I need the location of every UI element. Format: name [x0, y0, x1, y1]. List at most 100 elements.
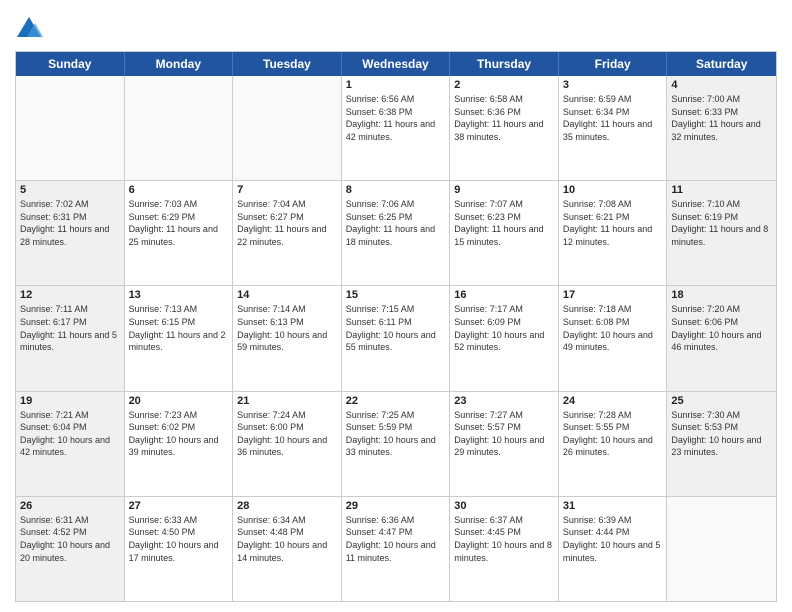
- cal-cell-3-3: 22Sunrise: 7:25 AMSunset: 5:59 PMDayligh…: [342, 392, 451, 496]
- day-number: 29: [346, 500, 446, 512]
- cal-cell-1-2: 7 Sunrise: 7:04 AMSunset: 6:27 PMDaylight…: [233, 181, 342, 285]
- cell-info: Sunrise: 7:23 AMSunset: 6:02 PMDaylight:…: [129, 409, 229, 459]
- calendar-row-3: 19Sunrise: 7:21 AMSunset: 6:04 PMDayligh…: [16, 391, 776, 496]
- day-number: 18: [671, 289, 772, 301]
- cal-cell-0-2: [233, 76, 342, 180]
- day-number: 21: [237, 395, 337, 407]
- cal-cell-3-5: 24Sunrise: 7:28 AMSunset: 5:55 PMDayligh…: [559, 392, 668, 496]
- day-number: 5: [20, 184, 120, 196]
- cal-cell-3-0: 19Sunrise: 7:21 AMSunset: 6:04 PMDayligh…: [16, 392, 125, 496]
- cell-info: Sunrise: 6:56 AMSunset: 6:38 PMDaylight:…: [346, 93, 446, 143]
- cal-cell-0-6: 4Sunrise: 7:00 AMSunset: 6:33 PMDaylight…: [667, 76, 776, 180]
- day-number: 14: [237, 289, 337, 301]
- day-number: 31: [563, 500, 663, 512]
- cal-cell-4-3: 29 Sunrise: 6:36 AMSunset: 4:47 PMDayligh…: [342, 497, 451, 601]
- header-day-friday: Friday: [559, 52, 668, 76]
- cell-info: Sunrise: 7:04 AMSunset: 6:27 PMDaylight:…: [237, 198, 337, 248]
- cal-cell-4-2: 28Sunrise: 6:34 AMSunset: 4:48 PMDayligh…: [233, 497, 342, 601]
- cell-info: Sunrise: 7:14 AMSunset: 6:13 PMDaylight:…: [237, 303, 337, 353]
- day-number: 16: [454, 289, 554, 301]
- day-number: 25: [671, 395, 772, 407]
- cell-info: Sunrise: 7:02 AMSunset: 6:31 PMDaylight:…: [20, 198, 120, 248]
- day-number: 30: [454, 500, 554, 512]
- cell-info: Sunrise: 7:20 AMSunset: 6:06 PMDaylight:…: [671, 303, 772, 353]
- calendar-header: SundayMondayTuesdayWednesdayThursdayFrid…: [16, 52, 776, 76]
- cal-cell-4-6: [667, 497, 776, 601]
- cal-cell-3-6: 25 Sunrise: 7:30 AMSunset: 5:53 PMDayligh…: [667, 392, 776, 496]
- day-number: 17: [563, 289, 663, 301]
- header-day-wednesday: Wednesday: [342, 52, 451, 76]
- cell-info: Sunrise: 7:30 AMSunset: 5:53 PMDaylight:…: [671, 409, 772, 459]
- cell-info: Sunrise: 7:08 AMSunset: 6:21 PMDaylight:…: [563, 198, 663, 248]
- cal-cell-1-6: 11 Sunrise: 7:10 AMSunset: 6:19 PMDayligh…: [667, 181, 776, 285]
- cal-cell-4-4: 30 Sunrise: 6:37 AMSunset: 4:45 PMDayligh…: [450, 497, 559, 601]
- cell-info: Sunrise: 7:11 AMSunset: 6:17 PMDaylight:…: [20, 303, 120, 353]
- header-day-sunday: Sunday: [16, 52, 125, 76]
- cal-cell-3-1: 20 Sunrise: 7:23 AMSunset: 6:02 PMDayligh…: [125, 392, 234, 496]
- day-number: 1: [346, 79, 446, 91]
- calendar-row-4: 26 Sunrise: 6:31 AMSunset: 4:52 PMDayligh…: [16, 496, 776, 601]
- header-day-thursday: Thursday: [450, 52, 559, 76]
- day-number: 11: [671, 184, 772, 196]
- logo: [15, 15, 47, 43]
- day-number: 2: [454, 79, 554, 91]
- day-number: 20: [129, 395, 229, 407]
- header-day-monday: Monday: [125, 52, 234, 76]
- cell-info: Sunrise: 7:24 AMSunset: 6:00 PMDaylight:…: [237, 409, 337, 459]
- cal-cell-0-3: 1 Sunrise: 6:56 AMSunset: 6:38 PMDaylight…: [342, 76, 451, 180]
- cal-cell-0-1: [125, 76, 234, 180]
- cell-info: Sunrise: 6:37 AMSunset: 4:45 PMDaylight:…: [454, 514, 554, 564]
- cal-cell-2-0: 12 Sunrise: 7:11 AMSunset: 6:17 PMDayligh…: [16, 286, 125, 390]
- day-number: 13: [129, 289, 229, 301]
- page: SundayMondayTuesdayWednesdayThursdayFrid…: [0, 0, 792, 612]
- cell-info: Sunrise: 7:17 AMSunset: 6:09 PMDaylight:…: [454, 303, 554, 353]
- day-number: 22: [346, 395, 446, 407]
- calendar-row-0: 1 Sunrise: 6:56 AMSunset: 6:38 PMDaylight…: [16, 76, 776, 180]
- cell-info: Sunrise: 6:36 AMSunset: 4:47 PMDaylight:…: [346, 514, 446, 564]
- cell-info: Sunrise: 7:10 AMSunset: 6:19 PMDaylight:…: [671, 198, 772, 248]
- cell-info: Sunrise: 6:59 AMSunset: 6:34 PMDaylight:…: [563, 93, 663, 143]
- day-number: 23: [454, 395, 554, 407]
- cal-cell-4-5: 31Sunrise: 6:39 AMSunset: 4:44 PMDayligh…: [559, 497, 668, 601]
- calendar-row-2: 12 Sunrise: 7:11 AMSunset: 6:17 PMDayligh…: [16, 285, 776, 390]
- cal-cell-3-2: 21 Sunrise: 7:24 AMSunset: 6:00 PMDayligh…: [233, 392, 342, 496]
- cal-cell-2-5: 17Sunrise: 7:18 AMSunset: 6:08 PMDayligh…: [559, 286, 668, 390]
- day-number: 12: [20, 289, 120, 301]
- cal-cell-2-1: 13 Sunrise: 7:13 AMSunset: 6:15 PMDayligh…: [125, 286, 234, 390]
- cell-info: Sunrise: 6:31 AMSunset: 4:52 PMDaylight:…: [20, 514, 120, 564]
- cell-info: Sunrise: 7:03 AMSunset: 6:29 PMDaylight:…: [129, 198, 229, 248]
- cal-cell-0-5: 3 Sunrise: 6:59 AMSunset: 6:34 PMDaylight…: [559, 76, 668, 180]
- cal-cell-1-4: 9 Sunrise: 7:07 AMSunset: 6:23 PMDaylight…: [450, 181, 559, 285]
- cal-cell-1-3: 8 Sunrise: 7:06 AMSunset: 6:25 PMDaylight…: [342, 181, 451, 285]
- cal-cell-0-0: [16, 76, 125, 180]
- cell-info: Sunrise: 7:27 AMSunset: 5:57 PMDaylight:…: [454, 409, 554, 459]
- day-number: 4: [671, 79, 772, 91]
- cal-cell-1-0: 5 Sunrise: 7:02 AMSunset: 6:31 PMDaylight…: [16, 181, 125, 285]
- day-number: 15: [346, 289, 446, 301]
- calendar-row-1: 5 Sunrise: 7:02 AMSunset: 6:31 PMDaylight…: [16, 180, 776, 285]
- cal-cell-4-1: 27Sunrise: 6:33 AMSunset: 4:50 PMDayligh…: [125, 497, 234, 601]
- cell-info: Sunrise: 7:06 AMSunset: 6:25 PMDaylight:…: [346, 198, 446, 248]
- cal-cell-2-3: 15 Sunrise: 7:15 AMSunset: 6:11 PMDayligh…: [342, 286, 451, 390]
- day-number: 9: [454, 184, 554, 196]
- day-number: 6: [129, 184, 229, 196]
- cal-cell-2-2: 14 Sunrise: 7:14 AMSunset: 6:13 PMDayligh…: [233, 286, 342, 390]
- day-number: 8: [346, 184, 446, 196]
- day-number: 26: [20, 500, 120, 512]
- day-number: 24: [563, 395, 663, 407]
- calendar-body: 1 Sunrise: 6:56 AMSunset: 6:38 PMDaylight…: [16, 76, 776, 601]
- calendar: SundayMondayTuesdayWednesdayThursdayFrid…: [15, 51, 777, 602]
- cell-info: Sunrise: 7:21 AMSunset: 6:04 PMDaylight:…: [20, 409, 120, 459]
- day-number: 7: [237, 184, 337, 196]
- cell-info: Sunrise: 7:13 AMSunset: 6:15 PMDaylight:…: [129, 303, 229, 353]
- cal-cell-1-5: 10 Sunrise: 7:08 AMSunset: 6:21 PMDayligh…: [559, 181, 668, 285]
- cell-info: Sunrise: 7:15 AMSunset: 6:11 PMDaylight:…: [346, 303, 446, 353]
- cell-info: Sunrise: 6:33 AMSunset: 4:50 PMDaylight:…: [129, 514, 229, 564]
- day-number: 3: [563, 79, 663, 91]
- cal-cell-1-1: 6 Sunrise: 7:03 AMSunset: 6:29 PMDaylight…: [125, 181, 234, 285]
- header-day-tuesday: Tuesday: [233, 52, 342, 76]
- day-number: 28: [237, 500, 337, 512]
- day-number: 10: [563, 184, 663, 196]
- cell-info: Sunrise: 7:07 AMSunset: 6:23 PMDaylight:…: [454, 198, 554, 248]
- cal-cell-0-4: 2Sunrise: 6:58 AMSunset: 6:36 PMDaylight…: [450, 76, 559, 180]
